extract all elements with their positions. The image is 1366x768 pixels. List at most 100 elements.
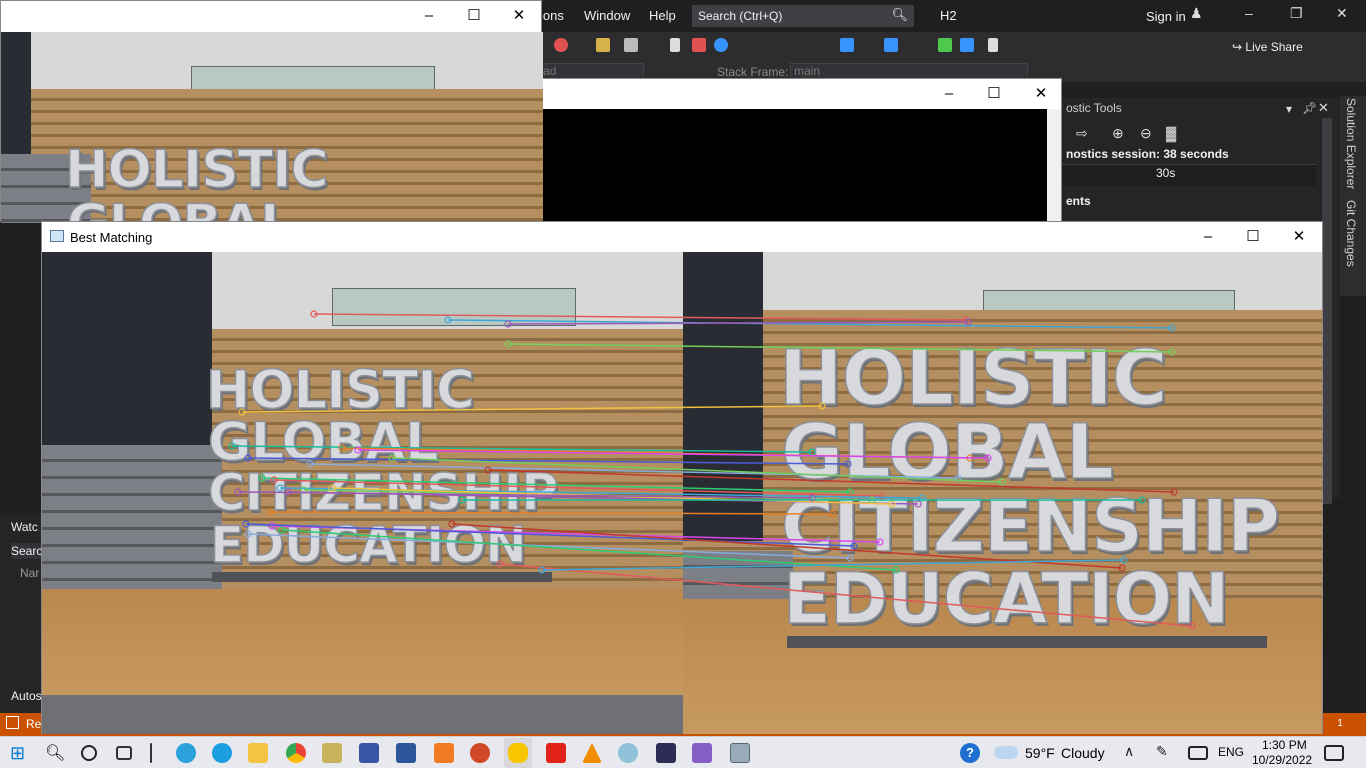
export-icon[interactable]: ⇨: [1076, 125, 1088, 142]
sign-word-1: HOLISTIC: [778, 333, 1168, 422]
maximize-icon[interactable]: ☐: [464, 6, 484, 26]
step-icon[interactable]: [840, 38, 854, 52]
minimize-icon[interactable]: –: [939, 84, 959, 104]
vs-search-box[interactable]: Search (Ctrl+Q) 🔍︎: [692, 5, 914, 27]
source-photo: HOLISTIC GLOBAL: [1, 32, 543, 223]
account-icon[interactable]: ♟: [1190, 5, 1203, 22]
language-indicator[interactable]: ENG: [1218, 745, 1244, 759]
task-view-icon[interactable]: [116, 746, 132, 760]
chevron-up-icon[interactable]: ∧: [1124, 743, 1144, 763]
photo-word-2: GLOBAL: [66, 197, 294, 223]
clock-date[interactable]: 10/29/2022: [1252, 753, 1312, 767]
sign-word-4: EDUCATION: [782, 558, 1230, 640]
right-photo: HOLISTIC GLOBAL CITIZENSHIP EDUCATION: [683, 252, 1322, 734]
minimize-icon[interactable]: –: [419, 6, 439, 26]
vlc-icon[interactable]: [582, 743, 602, 763]
tool-icon[interactable]: [322, 743, 342, 763]
photo-floor: [42, 589, 683, 706]
best-matching-title-bar: Best Matching – ☐ ✕: [42, 222, 1322, 252]
bookmark-icon[interactable]: [988, 38, 998, 52]
cursor-icon[interactable]: [884, 38, 898, 52]
visio-icon[interactable]: [359, 743, 379, 763]
notification-icon[interactable]: 1: [1330, 715, 1350, 733]
hot-reload-icon[interactable]: [554, 38, 568, 52]
weather-temperature[interactable]: 59°F: [1025, 745, 1055, 761]
orange-app-icon[interactable]: [434, 743, 454, 763]
pause-icon[interactable]: [670, 38, 680, 52]
sign-word-4: EDUCATION: [209, 516, 527, 574]
zoom-in-icon[interactable]: ⊕: [1112, 125, 1124, 142]
layout-icon[interactable]: [624, 38, 638, 52]
side-tab-strip: Solution Explorer Git Changes: [1340, 96, 1366, 296]
diagnostics-scrollbar[interactable]: [1322, 118, 1332, 504]
console-scrollbar[interactable]: [1047, 109, 1061, 239]
pen-icon[interactable]: ✎: [1156, 743, 1176, 763]
search-icon[interactable]: 🔍︎: [45, 743, 65, 763]
edge-icon[interactable]: [212, 743, 232, 763]
word-icon[interactable]: [396, 743, 416, 763]
clock-time[interactable]: 1:30 PM: [1262, 738, 1307, 752]
tab-solution-explorer[interactable]: Solution Explorer: [1344, 98, 1358, 189]
outdent-icon[interactable]: [960, 38, 974, 52]
close-icon[interactable]: ✕: [1336, 5, 1348, 22]
menu-help[interactable]: Help: [649, 8, 676, 23]
sign-word-1: HOLISTIC: [205, 360, 475, 421]
console-window: – ☐ ✕: [540, 78, 1062, 239]
cmd-icon[interactable]: [656, 743, 676, 763]
colors-app-icon[interactable]: [618, 743, 638, 763]
diagnostics-timeline[interactable]: 30s: [1060, 164, 1316, 186]
cortana-icon[interactable]: [81, 745, 97, 761]
watch-panel: Watc Searc Nar Autos: [0, 515, 43, 715]
window-app-icon: [50, 230, 64, 242]
powerpoint-icon[interactable]: [470, 743, 490, 763]
timeline-tick: 30s: [1156, 166, 1176, 180]
maximize-icon[interactable]: ☐: [984, 84, 1004, 104]
chart-icon[interactable]: ▓: [1166, 125, 1176, 141]
pin-icon[interactable]: 📌︎: [1302, 101, 1317, 115]
notification-center-icon[interactable]: [1324, 745, 1344, 761]
telegram-icon[interactable]: [176, 743, 196, 763]
watch-title: Watc: [11, 520, 38, 534]
sign-in-link[interactable]: Sign in: [1146, 9, 1186, 24]
messaging-icon[interactable]: [508, 743, 528, 763]
best-matching-title: Best Matching: [70, 230, 153, 245]
tab-git-changes[interactable]: Git Changes: [1344, 200, 1358, 267]
live-share-button[interactable]: ↪ Live Share: [1232, 40, 1303, 54]
panel-close-icon[interactable]: ✕: [1318, 100, 1329, 116]
desktop: ions Window Help Search (Ctrl+Q) 🔍︎ H2 S…: [0, 0, 1366, 768]
restart-icon[interactable]: [714, 38, 728, 52]
display-icon[interactable]: [1188, 746, 1208, 760]
close-icon[interactable]: ✕: [1031, 84, 1051, 104]
image-viewer-icon[interactable]: [730, 743, 750, 763]
help-icon[interactable]: ?: [960, 743, 980, 763]
diagnostics-session: nostics session: 38 seconds: [1066, 147, 1229, 161]
minimize-icon[interactable]: –: [1245, 5, 1253, 21]
open-folder-icon[interactable]: [596, 38, 610, 52]
watch-search[interactable]: Searc: [11, 543, 43, 559]
menu-window[interactable]: Window: [584, 8, 630, 23]
search-icon: 🔍︎: [891, 7, 908, 22]
file-explorer-icon[interactable]: [248, 743, 268, 763]
visual-studio-icon[interactable]: [692, 743, 712, 763]
chrome-icon[interactable]: [286, 743, 306, 763]
solution-name: H2: [940, 8, 957, 23]
close-icon[interactable]: ✕: [509, 6, 529, 26]
stop-icon[interactable]: [692, 38, 706, 52]
sign-word-2: GLOBAL: [780, 407, 1114, 496]
autos-tab[interactable]: Autos: [11, 689, 42, 703]
photo-board: [332, 288, 576, 326]
menu-extensions[interactable]: ions: [540, 8, 564, 23]
restore-icon[interactable]: ❐: [1290, 5, 1303, 22]
weather-condition[interactable]: Cloudy: [1061, 745, 1105, 761]
windows-start-icon[interactable]: ⊞: [10, 743, 30, 763]
minimize-icon[interactable]: –: [1198, 227, 1218, 247]
panel-menu-icon[interactable]: ▾: [1286, 102, 1292, 116]
source-title-bar: – ☐ ✕: [1, 1, 541, 32]
left-photo: HOLISTIC GLOBAL CITIZENSHIP EDUCATION: [42, 252, 683, 734]
maximize-icon[interactable]: ☐: [1243, 227, 1263, 247]
close-icon[interactable]: ✕: [1289, 227, 1309, 247]
events-heading: ents: [1066, 194, 1091, 208]
acrobat-icon[interactable]: [546, 743, 566, 763]
zoom-out-icon[interactable]: ⊖: [1140, 125, 1152, 142]
indent-icon[interactable]: [938, 38, 952, 52]
